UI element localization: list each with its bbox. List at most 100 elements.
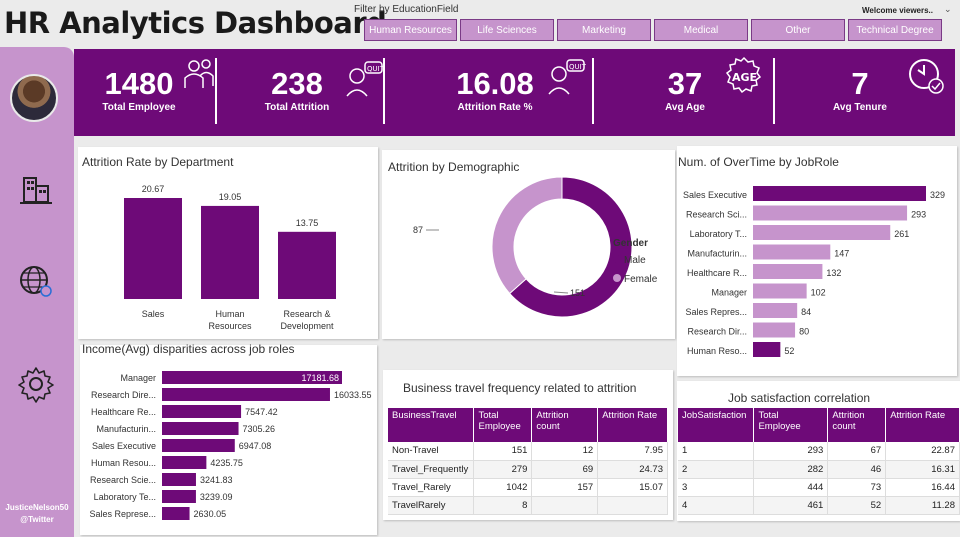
filter-life-sciences[interactable]: Life Sciences — [460, 19, 554, 41]
table-cell — [597, 496, 668, 515]
filter-technical-degree[interactable]: Technical Degree — [848, 19, 942, 41]
leader-line — [553, 291, 569, 294]
tick-label: Sales Executive — [683, 190, 747, 200]
chart-title: Business travel frequency related to att… — [403, 381, 637, 395]
chevron-down-icon[interactable]: ⌄ — [944, 4, 952, 15]
column-header: Total Employee — [753, 408, 829, 442]
table-cell: 4 — [678, 496, 755, 515]
bar — [162, 405, 242, 418]
filter-medical[interactable]: Medical — [654, 19, 748, 41]
kpi-value: 16.08 — [456, 66, 534, 101]
bar — [753, 264, 823, 279]
column-header: Attrition Rate — [885, 408, 960, 442]
building-icon[interactable] — [16, 170, 56, 210]
table-header-row: BusinessTravel Total Employee Attrition co… — [388, 408, 668, 442]
column-header: Total Employee — [473, 408, 533, 442]
tick-label: Research Sci... — [686, 210, 747, 220]
bar — [753, 303, 798, 318]
filter-human-resources[interactable]: Human Resources — [364, 19, 457, 41]
table-row: 2 282 46 16.31 — [678, 460, 960, 479]
data-label: 87 — [413, 225, 423, 235]
data-label: 151 — [570, 288, 585, 298]
quit-person-icon: QUIT — [548, 59, 586, 95]
table-cell: 24.73 — [597, 460, 668, 479]
data-label: 17181.68 — [301, 373, 339, 383]
tick-label: Research & — [283, 309, 330, 319]
department-bar-chart: 20.67 Sales 19.05 Human Resources 13.75 Resear… — [124, 184, 336, 331]
job-satisfaction-panel: Job satisfaction correlation JobSatisfac… — [677, 381, 960, 521]
table-row: Non-Travel 151 12 7.95 — [388, 442, 668, 461]
tick-label: Research Dire... — [91, 390, 156, 400]
kpi-avg-age: 37 Avg Age — [650, 66, 720, 113]
data-label: 13.75 — [296, 218, 319, 228]
bar — [162, 473, 196, 486]
twitter-handle: JusticeNelson50 @Twitter — [0, 502, 74, 526]
table-row: 4 461 52 11.28 — [678, 496, 960, 515]
table-cell: Non-Travel — [388, 442, 475, 461]
employees-icon — [184, 59, 214, 88]
business-travel-panel: Business travel frequency related to att… — [383, 370, 673, 520]
column-header: BusinessTravel — [388, 408, 475, 442]
table-cell: 12 — [531, 442, 599, 461]
table-cell: TravelRarely — [388, 496, 475, 515]
settings-icon[interactable] — [16, 364, 56, 404]
kpi-label: Total Attrition — [264, 102, 330, 113]
table-row: 1 293 67 22.87 — [678, 442, 960, 461]
filter-other[interactable]: Other — [751, 19, 845, 41]
data-label: 84 — [801, 307, 811, 317]
table-cell: 52 — [827, 496, 887, 515]
avatar[interactable] — [10, 74, 58, 122]
legend-marker — [613, 255, 621, 263]
data-label: 16033.55 — [334, 390, 372, 400]
tick-label: Manager — [711, 288, 747, 298]
tick-label: Laboratory Te... — [94, 492, 156, 502]
kpi-label: Avg Tenure — [833, 102, 887, 113]
page-title: HR Analytics Dashboard — [4, 6, 387, 40]
data-label: 3239.09 — [200, 492, 233, 502]
tick-label: Human — [215, 309, 244, 319]
table-row: 3 444 73 16.44 — [678, 478, 960, 497]
tick-label: Resources — [208, 321, 252, 331]
filter-marketing[interactable]: Marketing — [557, 19, 651, 41]
table-cell: 69 — [531, 460, 599, 479]
legend-label: Male — [624, 255, 646, 266]
table-cell: 15.07 — [597, 478, 668, 497]
kpi-label: Avg Age — [665, 102, 705, 113]
tick-label: Manager — [120, 373, 156, 383]
business-travel-table: BusinessTravel Total Employee Attrition co… — [388, 408, 668, 515]
table-row: Travel_Frequently 279 69 24.73 — [388, 460, 668, 479]
svg-text:QUIT: QUIT — [569, 63, 586, 71]
data-label: 80 — [799, 327, 809, 337]
data-label: 7547.42 — [245, 407, 278, 417]
legend-marker — [613, 274, 621, 282]
kpi-attrition-rate: 16.08 Attrition Rate % — [440, 66, 550, 113]
income-bar-chart: Manager 17181.68 Research Dire... 16033.55 H… — [89, 371, 372, 520]
tick-label: Sales Executive — [92, 441, 156, 451]
data-label: 132 — [826, 268, 841, 278]
tick-label: Laboratory T... — [690, 229, 747, 239]
table-cell: 73 — [827, 478, 887, 497]
table-cell: 46 — [827, 460, 887, 479]
table-cell: 157 — [531, 478, 599, 497]
globe-icon[interactable] — [16, 262, 56, 302]
table-cell: 67 — [827, 442, 887, 461]
data-label: 7305.26 — [243, 424, 276, 434]
bar — [753, 225, 891, 240]
kpi-divider — [592, 58, 594, 124]
tick-label: Development — [280, 321, 334, 331]
job-satisfaction-table: JobSatisfaction Total Employee Attrition c… — [678, 408, 960, 515]
table-cell: 11.28 — [885, 496, 960, 515]
bar — [753, 322, 796, 338]
table-cell: 16.44 — [885, 478, 960, 497]
legend-label: Female — [624, 274, 658, 285]
kpi-total-attrition: 238 Total Attrition — [252, 66, 342, 113]
tick-label: Human Resou... — [91, 458, 156, 468]
column-header: JobSatisfaction — [678, 408, 755, 442]
tick-label: Sales Repres... — [685, 307, 747, 317]
table-row: Travel_Rarely 1042 157 15.07 — [388, 478, 668, 497]
svg-text:AGE: AGE — [732, 71, 757, 84]
bar — [162, 422, 239, 435]
column-header: Attrition count — [827, 408, 887, 442]
table-header-row: JobSatisfaction Total Employee Attrition c… — [678, 408, 960, 442]
bar — [162, 439, 235, 452]
